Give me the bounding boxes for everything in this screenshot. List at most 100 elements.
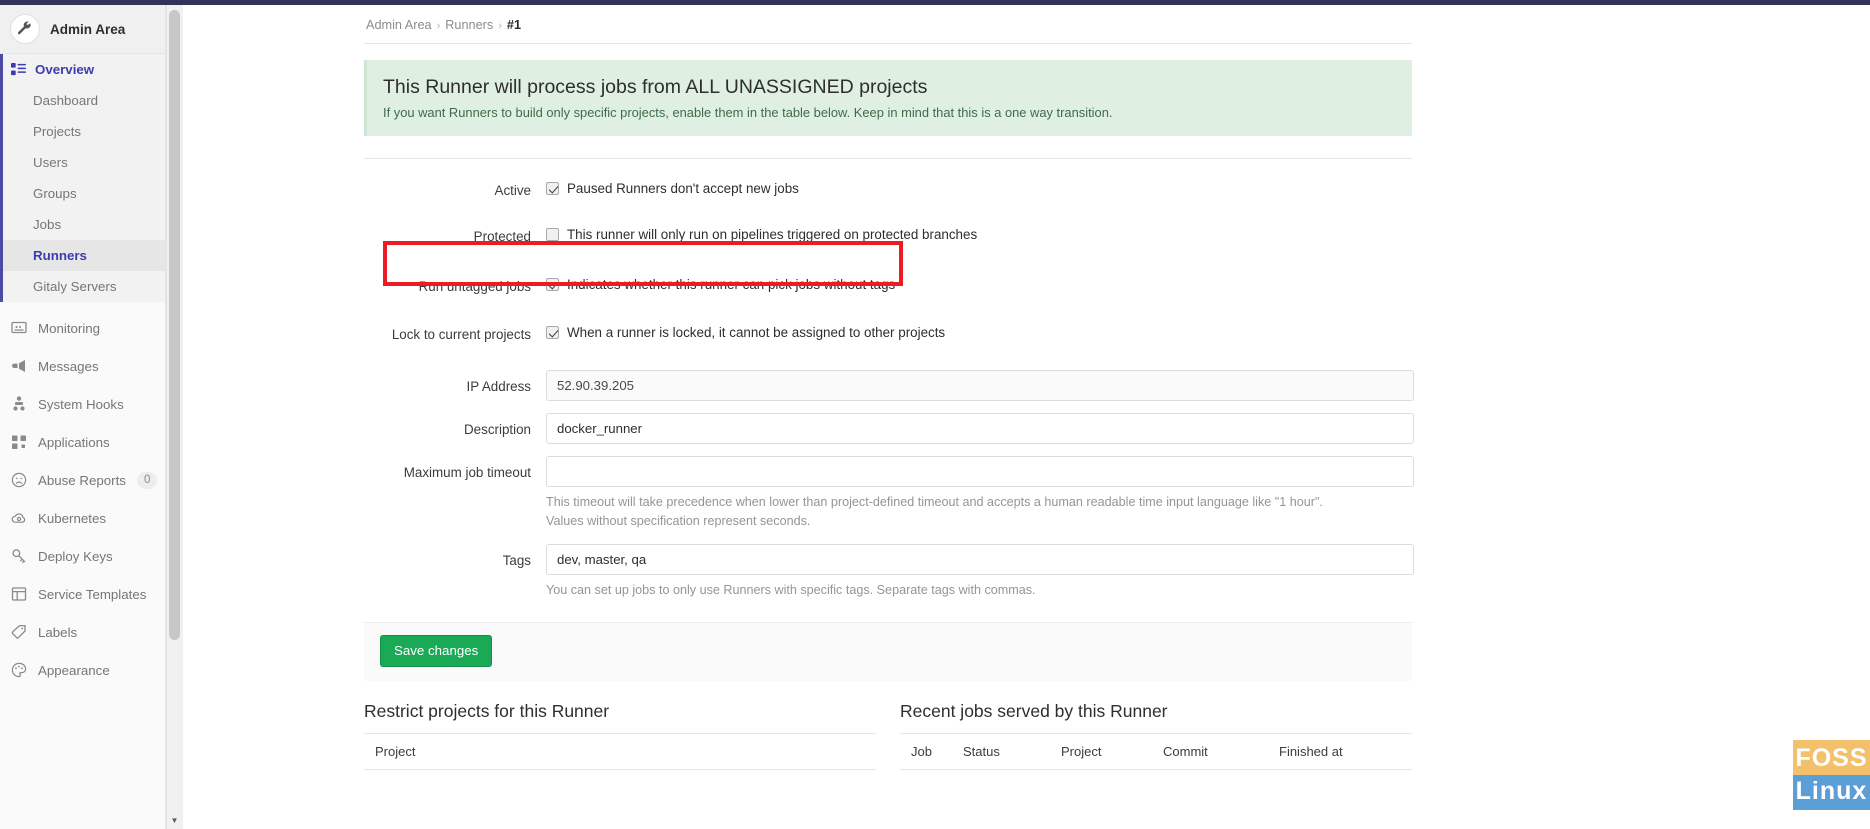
form-row-max-job-timeout: Maximum job timeout This timeout will ta… <box>364 456 1414 531</box>
sidebar-item-jobs-label: Jobs <box>33 217 62 232</box>
sidebar-item-kubernetes[interactable]: Kubernetes <box>0 499 165 537</box>
col-project: Project <box>1050 733 1152 770</box>
tags-help: You can set up jobs to only use Runners … <box>546 583 1036 597</box>
recent-jobs-title: Recent jobs served by this Runner <box>900 701 1168 721</box>
sidebar-item-overview[interactable]: Overview <box>3 54 165 85</box>
sidebar-scrollbar-thumb[interactable] <box>169 10 180 640</box>
unassigned-projects-alert: This Runner will process jobs from ALL U… <box>364 60 1412 136</box>
checkbox-lock-to-current-projects[interactable]: When a runner is locked, it cannot be as… <box>546 324 1414 341</box>
checkbox-run-untagged-jobs-label: Indicates whether this runner can pick j… <box>567 277 896 292</box>
checkbox-run-untagged-jobs-box[interactable] <box>546 278 559 291</box>
sidebar-item-system-hooks-label: System Hooks <box>38 396 124 412</box>
checkbox-protected-box[interactable] <box>546 228 559 241</box>
sidebar-item-monitoring[interactable]: Monitoring <box>0 309 165 347</box>
checkbox-active[interactable]: Paused Runners don't accept new jobs <box>546 180 1414 197</box>
table-header-row: Project <box>364 733 876 770</box>
sidebar-item-abuse-reports[interactable]: Abuse Reports 0 <box>0 461 165 499</box>
sidebar-item-applications[interactable]: Applications <box>0 423 165 461</box>
sidebar-overview-group: Overview Dashboard Projects Users Groups… <box>0 54 165 302</box>
sidebar-item-applications-label: Applications <box>38 434 110 450</box>
tags-input[interactable] <box>546 544 1414 575</box>
description-input[interactable] <box>546 413 1414 444</box>
label-ip-address: IP Address <box>466 379 531 394</box>
sidebar-item-dashboard[interactable]: Dashboard <box>3 85 165 116</box>
watermark-foss-text: FOSS <box>1793 740 1870 775</box>
sidebar-item-service-templates-label: Service Templates <box>38 586 147 602</box>
label-description: Description <box>464 422 531 437</box>
save-changes-button[interactable]: Save changes <box>380 635 493 667</box>
sidebar-item-system-hooks[interactable]: System Hooks <box>0 385 165 423</box>
max-job-timeout-help: This timeout will take precedence when l… <box>546 495 1323 528</box>
form-row-active: Active Paused Runners don't accept new j… <box>364 180 1414 200</box>
sidebar-item-runners[interactable]: Runners <box>3 240 165 271</box>
sad-face-icon <box>10 472 27 489</box>
checkbox-protected[interactable]: This runner will only run on pipelines t… <box>546 226 1414 243</box>
recent-jobs-panel: Recent jobs served by this Runner Job St… <box>900 701 1412 770</box>
key-icon <box>10 548 27 565</box>
wrench-icon <box>10 14 40 44</box>
sidebar-item-labels-label: Labels <box>38 624 78 640</box>
alert-title: This Runner will process jobs from ALL U… <box>383 76 928 98</box>
watermark-linux-text: Linux <box>1793 775 1870 810</box>
form-row-tags: Tags You can set up jobs to only use Run… <box>364 544 1414 600</box>
restrict-projects-table: Project <box>364 733 876 770</box>
sidebar-item-users[interactable]: Users <box>3 147 165 178</box>
breadcrumb-divider <box>364 43 1412 44</box>
breadcrumb: Admin Area › Runners › #1 <box>364 18 1414 32</box>
cloud-gear-icon <box>10 510 27 527</box>
sidebar-item-projects-label: Projects <box>33 124 82 139</box>
restrict-projects-panel: Restrict projects for this Runner Projec… <box>364 701 876 770</box>
main-content: Admin Area › Runners › #1 This Runner will p… <box>184 5 1870 829</box>
template-icon <box>10 586 27 603</box>
apps-grid-icon <box>10 434 27 451</box>
scroll-down-arrow-icon[interactable]: ▼ <box>166 812 183 829</box>
sidebar-item-gitaly-servers-label: Gitaly Servers <box>33 279 117 294</box>
checkbox-run-untagged-jobs[interactable]: Indicates whether this runner can pick j… <box>546 276 1414 293</box>
ip-address-input[interactable] <box>546 370 1414 401</box>
col-project: Project <box>364 733 876 770</box>
sidebar-item-jobs[interactable]: Jobs <box>3 209 165 240</box>
col-commit: Commit <box>1152 733 1268 770</box>
checkbox-protected-label: This runner will only run on pipelines t… <box>567 227 978 242</box>
breadcrumb-separator-icon: › <box>436 20 441 32</box>
sidebar-item-deploy-keys-label: Deploy Keys <box>38 548 113 564</box>
max-job-timeout-input[interactable] <box>546 456 1414 487</box>
palette-icon <box>10 662 27 679</box>
sidebar-item-users-label: Users <box>33 155 68 170</box>
sidebar-item-groups[interactable]: Groups <box>3 178 165 209</box>
checkbox-active-label: Paused Runners don't accept new jobs <box>567 181 799 196</box>
sidebar-item-dashboard-label: Dashboard <box>33 93 99 108</box>
label-tag-icon <box>10 624 27 641</box>
sidebar-item-abuse-reports-label: Abuse Reports <box>38 472 126 488</box>
breadcrumb-separator-icon-2: › <box>498 20 502 32</box>
sidebar-item-groups-label: Groups <box>33 186 77 201</box>
abuse-reports-count-badge: 0 <box>136 471 158 489</box>
sidebar-item-labels[interactable]: Labels <box>0 613 165 651</box>
form-row-protected: Protected This runner will only run on p… <box>364 226 1414 246</box>
sidebar-item-gitaly-servers[interactable]: Gitaly Servers <box>3 271 165 302</box>
col-job: Job <box>900 733 952 770</box>
sidebar-item-appearance[interactable]: Appearance <box>0 651 165 689</box>
sidebar-item-appearance-label: Appearance <box>38 662 110 678</box>
sidebar-item-messages[interactable]: Messages <box>0 347 165 385</box>
form-actions-bar: Save changes <box>364 622 1412 681</box>
breadcrumb-item-runners[interactable]: Runners <box>445 18 493 32</box>
checkbox-lock-to-current-projects-label: When a runner is locked, it cannot be as… <box>567 325 946 340</box>
sidebar-item-kubernetes-label: Kubernetes <box>38 510 107 526</box>
admin-sidebar: Admin Area Overview Dashboard Projects U… <box>0 5 166 829</box>
megaphone-icon <box>10 358 27 375</box>
checkbox-lock-to-current-projects-box[interactable] <box>546 326 559 339</box>
hook-icon <box>10 396 27 413</box>
sidebar-item-deploy-keys[interactable]: Deploy Keys <box>0 537 165 575</box>
table-header-row: Job Status Project Commit Finished at <box>900 733 1412 770</box>
sidebar-divider <box>0 302 165 309</box>
breadcrumb-item-admin-area[interactable]: Admin Area <box>366 18 432 32</box>
sidebar-context-header[interactable]: Admin Area <box>0 5 165 54</box>
sidebar-item-monitoring-label: Monitoring <box>38 320 101 336</box>
label-lock-to-current-projects: Lock to current projects <box>391 327 531 342</box>
sidebar-item-service-templates[interactable]: Service Templates <box>0 575 165 613</box>
screen-root: Admin Area Overview Dashboard Projects U… <box>0 0 1870 829</box>
checkbox-active-box[interactable] <box>546 182 559 195</box>
alert-subtitle: If you want Runners to build only specif… <box>383 105 1113 120</box>
sidebar-item-projects[interactable]: Projects <box>3 116 165 147</box>
